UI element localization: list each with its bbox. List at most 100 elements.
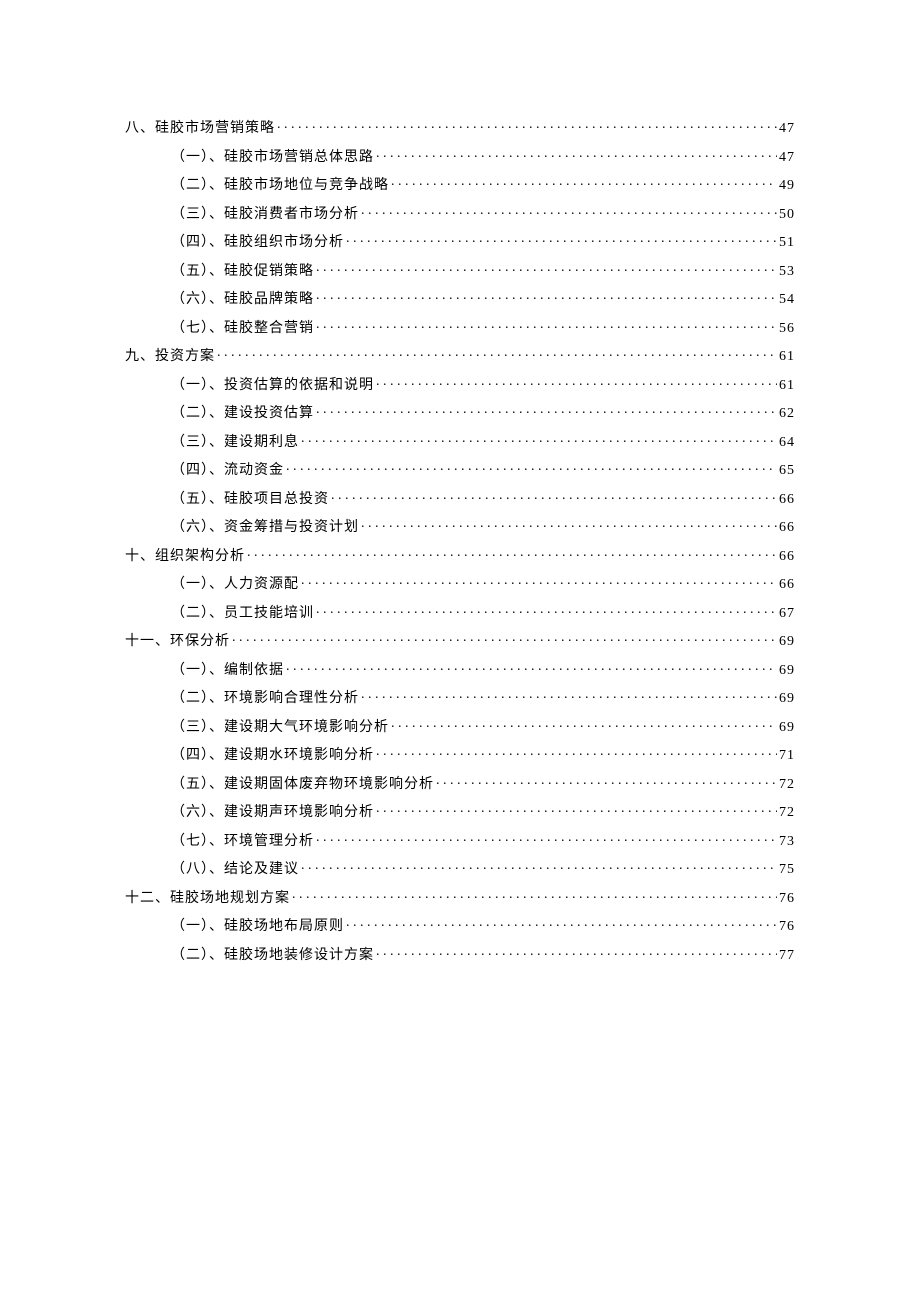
toc-entry: （一）、人力资源配66	[171, 574, 795, 592]
toc-entry-page: 65	[779, 464, 795, 478]
toc-entry: （五）、硅胶项目总投资 66	[171, 489, 795, 507]
toc-leader-dots	[376, 945, 777, 959]
toc-entry: （一）、编制依据 69	[171, 660, 795, 678]
toc-entry: （六）、建设期声环境影响分析 72	[171, 802, 795, 820]
toc-leader-dots	[316, 603, 777, 617]
toc-entry-page: 73	[779, 835, 795, 849]
toc-entry-title: （六）、硅胶品牌策略	[171, 293, 314, 307]
toc-leader-dots	[316, 289, 777, 303]
toc-entry-title: （一）、投资估算的依据和说明	[171, 379, 374, 393]
toc-entry: 十一、环保分析 69	[125, 631, 795, 649]
toc-leader-dots	[247, 546, 777, 560]
toc-entry-page: 51	[779, 236, 795, 250]
toc-entry: （一）、硅胶市场营销总体思路47	[171, 147, 795, 165]
toc-entry-title: （七）、硅胶整合营销	[171, 322, 314, 336]
toc-entry-title: （五）、建设期固体废弃物环境影响分析	[171, 778, 434, 792]
toc-entry: （二）、硅胶市场地位与竞争战略49	[171, 175, 795, 193]
toc-entry: （五）、硅胶促销策略 53	[171, 261, 795, 279]
toc-entry-page: 66	[779, 578, 795, 592]
toc-entry: （三）、建设期大气环境影响分析69	[171, 717, 795, 735]
toc-entry-page: 53	[779, 265, 795, 279]
toc-entry-title: 八、硅胶市场营销策略	[125, 122, 275, 136]
toc-entry-title: （七）、环境管理分析	[171, 835, 314, 849]
toc-entry-title: （五）、硅胶项目总投资	[171, 493, 329, 507]
toc-entry-page: 62	[779, 407, 795, 421]
toc-entry: 九、投资方案 61	[125, 346, 795, 364]
toc-entry: （二）、环境影响合理性分析 69	[171, 688, 795, 706]
toc-entry-title: （六）、资金筹措与投资计划	[171, 521, 359, 535]
toc-leader-dots	[316, 403, 777, 417]
toc-entry-title: （四）、流动资金	[171, 464, 284, 478]
toc-entry-title: （三）、硅胶消费者市场分析	[171, 208, 359, 222]
toc-leader-dots	[391, 717, 777, 731]
toc-leader-dots	[361, 204, 777, 218]
toc-entry-page: 71	[779, 749, 795, 763]
toc-entry: 十、组织架构分析66	[125, 546, 795, 564]
toc-entry-page: 76	[779, 920, 795, 934]
toc-entry-title: （六）、建设期声环境影响分析	[171, 806, 374, 820]
toc-entry-title: （一）、编制依据	[171, 664, 284, 678]
toc-leader-dots	[217, 346, 777, 360]
toc-entry-page: 76	[779, 892, 795, 906]
toc-entry-page: 47	[779, 122, 795, 136]
toc-entry-title: 十一、环保分析	[125, 635, 230, 649]
toc-entry-page: 75	[779, 863, 795, 877]
toc-entry-title: （四）、建设期水环境影响分析	[171, 749, 374, 763]
toc-entry-title: （二）、硅胶场地装修设计方案	[171, 949, 374, 963]
toc-entry-title: （八）、结论及建议	[171, 863, 299, 877]
toc-leader-dots	[316, 831, 777, 845]
toc-entry-page: 66	[779, 550, 795, 564]
toc-entry: 八、硅胶市场营销策略 47	[125, 118, 795, 136]
toc-leader-dots	[301, 574, 777, 588]
toc-leader-dots	[292, 888, 777, 902]
toc-entry-title: （五）、硅胶促销策略	[171, 265, 314, 279]
toc-entry: （一）、硅胶场地布局原则 76	[171, 916, 795, 934]
toc-entry-page: 69	[779, 664, 795, 678]
toc-leader-dots	[316, 318, 777, 332]
toc-entry-page: 61	[779, 379, 795, 393]
toc-entry: （二）、建设投资估算 62	[171, 403, 795, 421]
toc-leader-dots	[346, 916, 777, 930]
toc-entry-title: 九、投资方案	[125, 350, 215, 364]
toc-leader-dots	[361, 688, 777, 702]
toc-leader-dots	[232, 631, 777, 645]
toc-entry-title: （一）、硅胶场地布局原则	[171, 920, 344, 934]
table-of-contents: 八、硅胶市场营销策略47（一）、硅胶市场营销总体思路47（二）、硅胶市场地位与竞…	[125, 118, 795, 963]
toc-entry-title: 十二、硅胶场地规划方案	[125, 892, 290, 906]
toc-entry-page: 67	[779, 607, 795, 621]
toc-entry-title: （二）、建设投资估算	[171, 407, 314, 421]
toc-entry-page: 54	[779, 293, 795, 307]
toc-leader-dots	[331, 489, 777, 503]
toc-entry-page: 66	[779, 521, 795, 535]
toc-entry-page: 64	[779, 436, 795, 450]
toc-entry-title: （三）、建设期大气环境影响分析	[171, 721, 389, 735]
toc-entry: （三）、硅胶消费者市场分析 50	[171, 204, 795, 222]
toc-entry-title: （二）、环境影响合理性分析	[171, 692, 359, 706]
toc-entry: （二）、硅胶场地装修设计方案 77	[171, 945, 795, 963]
toc-leader-dots	[346, 232, 777, 246]
toc-leader-dots	[376, 147, 777, 161]
toc-leader-dots	[277, 118, 777, 132]
toc-entry: （四）、流动资金 65	[171, 460, 795, 478]
toc-entry-page: 56	[779, 322, 795, 336]
toc-entry-page: 77	[779, 949, 795, 963]
toc-entry-page: 49	[779, 179, 795, 193]
toc-entry-page: 61	[779, 350, 795, 364]
toc-leader-dots	[286, 660, 777, 674]
toc-leader-dots	[286, 460, 777, 474]
toc-leader-dots	[361, 517, 777, 531]
toc-entry-page: 50	[779, 208, 795, 222]
toc-entry-page: 47	[779, 151, 795, 165]
toc-entry: （五）、建设期固体废弃物环境影响分析72	[171, 774, 795, 792]
toc-leader-dots	[376, 375, 777, 389]
toc-leader-dots	[316, 261, 777, 275]
toc-entry-title: （四）、硅胶组织市场分析	[171, 236, 344, 250]
toc-entry-title: （三）、建设期利息	[171, 436, 299, 450]
toc-entry-page: 69	[779, 635, 795, 649]
toc-entry: （二）、员工技能培训67	[171, 603, 795, 621]
toc-leader-dots	[391, 175, 777, 189]
toc-entry-page: 69	[779, 692, 795, 706]
toc-entry-page: 72	[779, 806, 795, 820]
toc-entry-page: 66	[779, 493, 795, 507]
toc-entry: （六）、资金筹措与投资计划 66	[171, 517, 795, 535]
